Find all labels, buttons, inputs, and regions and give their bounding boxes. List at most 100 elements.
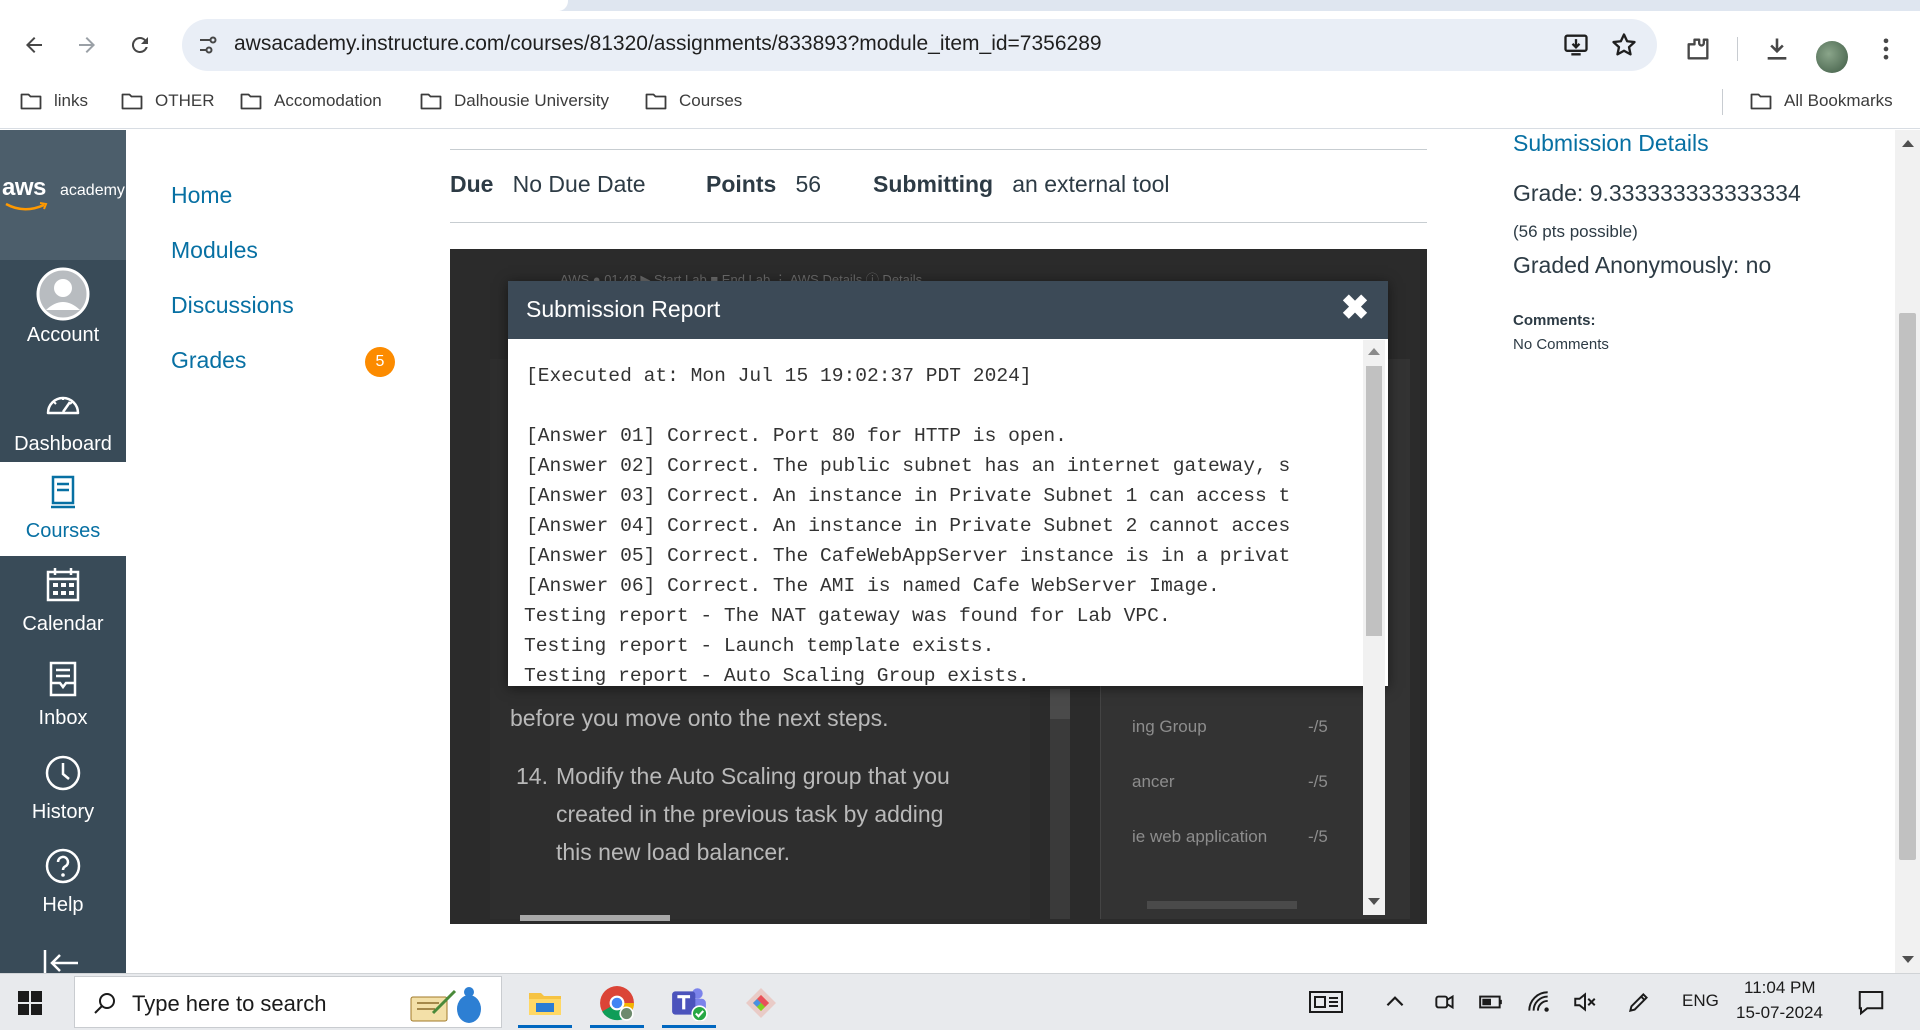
scroll-down-icon[interactable] <box>1368 898 1380 905</box>
gnav-label: Calendar <box>22 613 104 635</box>
meet-now-icon[interactable] <box>1432 989 1458 1015</box>
bookmark-star-icon[interactable] <box>1610 31 1638 59</box>
gnav-label: Dashboard <box>14 433 112 455</box>
folder-icon <box>645 93 667 110</box>
course-nav-grades[interactable]: Grades <box>171 347 246 374</box>
gnav-label: Courses <box>25 520 101 542</box>
volume-muted-icon[interactable] <box>1572 989 1598 1015</box>
tab-strip <box>0 0 1920 11</box>
taskbar-search-box[interactable]: Type here to search <box>74 976 502 1028</box>
active-tab[interactable] <box>0 0 568 11</box>
back-button[interactable] <box>16 27 52 63</box>
gnav-label: Account <box>26 324 100 346</box>
collapse-arrow-icon <box>43 950 78 973</box>
close-icon[interactable]: ✖ <box>1338 291 1372 325</box>
gnav-label: History <box>31 801 95 823</box>
more-menu-icon[interactable] <box>1872 35 1900 63</box>
graded-anonymously: Graded Anonymously: no <box>1513 252 1772 278</box>
gnav-dashboard[interactable]: Dashboard <box>0 375 126 469</box>
page-scrollbar[interactable] <box>1895 130 1920 973</box>
taskbar-teams[interactable] <box>656 978 722 1028</box>
taskbar-file-explorer[interactable] <box>512 978 578 1028</box>
page-scrollbar-thumb[interactable] <box>1899 313 1916 860</box>
notifications-icon[interactable] <box>1856 987 1886 1017</box>
course-nav-discussions[interactable]: Discussions <box>171 292 294 319</box>
log-line: [Answer 03] Correct. An instance in Priv… <box>526 485 1291 507</box>
gnav-courses[interactable]: Courses <box>0 462 126 556</box>
due-label: Due <box>450 171 494 197</box>
pen-icon[interactable] <box>1626 989 1652 1015</box>
gnav-label: Inbox <box>38 707 88 729</box>
chevron-up-icon[interactable] <box>1382 989 1408 1015</box>
gnav-inbox[interactable]: Inbox <box>0 649 126 743</box>
submission-details-link[interactable]: Submission Details <box>1513 130 1709 157</box>
grade-row-score: -/5 <box>1308 827 1328 846</box>
gnav-history[interactable]: History <box>0 743 126 837</box>
forward-button[interactable] <box>69 27 105 63</box>
profile-avatar[interactable] <box>1816 41 1848 73</box>
dialog-title: Submission Report <box>526 296 721 322</box>
points-possible: (56 pts possible) <box>1513 222 1638 241</box>
grade-panel-hscroll[interactable] <box>1147 901 1297 909</box>
dialog-scrollbar[interactable] <box>1363 340 1385 915</box>
taskbar-chrome[interactable] <box>584 978 650 1028</box>
gnav-account[interactable]: Account <box>0 264 126 358</box>
address-bar[interactable]: awsacademy.instructure.com/courses/81320… <box>182 19 1657 71</box>
history-clock-icon <box>41 751 85 795</box>
url-text[interactable]: awsacademy.instructure.com/courses/81320… <box>234 32 1102 56</box>
bookmark-label: Dalhousie University <box>454 91 609 110</box>
task-view-icon[interactable] <box>1308 986 1344 1018</box>
log-line: [Answer 01] Correct. Port 80 for HTTP is… <box>526 425 1067 447</box>
battery-icon[interactable] <box>1478 989 1504 1015</box>
course-nav-modules[interactable]: Modules <box>171 237 258 264</box>
taskbar-git[interactable] <box>728 978 794 1028</box>
bookmark-folder-dalhousie[interactable]: Dalhousie University <box>420 91 609 111</box>
comments-value: No Comments <box>1513 336 1609 353</box>
log-line: Testing report - Launch template exists. <box>524 635 995 657</box>
reload-icon <box>131 36 148 53</box>
log-line: [Executed at: Mon Jul 15 19:02:37 PDT 20… <box>526 365 1032 387</box>
gnav-help[interactable]: Help <box>0 836 126 930</box>
grade-row-label: ie web application <box>1132 827 1268 846</box>
all-bookmarks-button[interactable]: All Bookmarks <box>1750 91 1893 111</box>
clock-time[interactable]: 11:04 PM <box>1744 978 1816 998</box>
toolbar-divider <box>1737 37 1738 61</box>
folder-icon <box>420 93 442 110</box>
bookmark-folder-accomodation[interactable]: Accomodation <box>240 91 382 111</box>
dialog-header: Submission Report ✖ <box>508 281 1388 339</box>
brand-aws: aws <box>2 174 46 201</box>
windows-start-icon[interactable] <box>18 991 42 1015</box>
grade-value: Grade: 9.333333333333334 <box>1513 180 1801 206</box>
extensions-icon[interactable] <box>1684 35 1712 63</box>
bookmark-label: Courses <box>679 91 743 110</box>
divider-top <box>450 149 1427 150</box>
dialog-hscroll-thumb[interactable] <box>520 915 670 921</box>
aws-academy-logo[interactable]: aws academy <box>0 130 126 260</box>
collapse-nav-button[interactable] <box>42 948 82 973</box>
wifi-icon[interactable] <box>1526 989 1552 1015</box>
clock-date[interactable]: 15-07-2024 <box>1736 1003 1823 1023</box>
search-highlight-illustration-icon <box>410 987 481 1023</box>
scroll-down-icon[interactable] <box>1902 956 1914 963</box>
gnav-calendar[interactable]: Calendar <box>0 555 126 649</box>
scroll-up-icon[interactable] <box>1902 140 1914 147</box>
reload-button[interactable] <box>122 27 158 63</box>
help-icon <box>41 844 85 888</box>
bookmark-folder-other[interactable]: OTHER <box>121 91 215 111</box>
lab-scrollbar-thumb[interactable] <box>1050 689 1070 719</box>
downloads-icon[interactable] <box>1763 35 1791 63</box>
due-info: Due No Due Date <box>450 171 646 198</box>
grade-row-label: ing Group <box>1132 717 1207 736</box>
site-settings-icon[interactable] <box>196 33 220 57</box>
back-arrow-icon <box>26 37 42 53</box>
course-nav-home[interactable]: Home <box>171 182 232 209</box>
scroll-up-icon[interactable] <box>1368 348 1380 355</box>
url-host: awsacademy.instructure.com <box>234 32 505 55</box>
url-path: /courses/81320/assignments/833893?module… <box>504 32 1102 55</box>
dialog-scrollbar-thumb[interactable] <box>1366 366 1382 636</box>
input-language[interactable]: ENG <box>1682 991 1719 1011</box>
bookmark-folder-courses[interactable]: Courses <box>645 91 742 111</box>
bookmark-folder-links[interactable]: links <box>20 91 88 111</box>
install-app-icon[interactable] <box>1562 31 1590 59</box>
grade-row-score: -/5 <box>1308 717 1328 736</box>
